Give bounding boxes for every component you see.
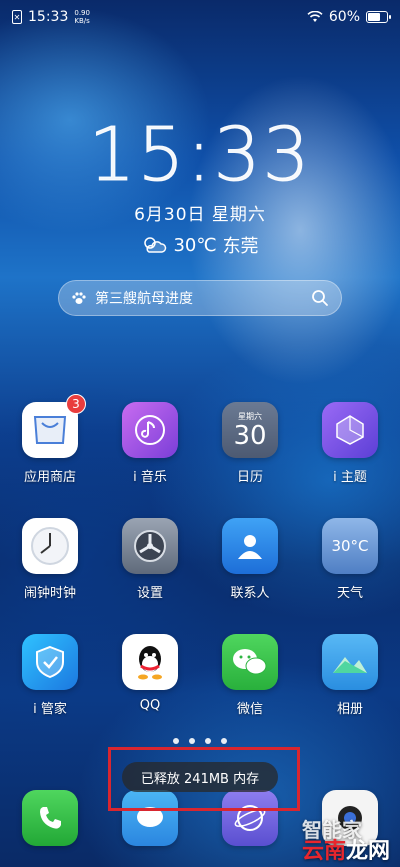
app-label: 应用商店: [23, 470, 76, 485]
app-row-2: 闹钟时钟 设置 联系人 30°C 天气: [0, 518, 400, 601]
partly-cloudy-icon: [144, 237, 167, 253]
gallery-icon: [322, 634, 378, 690]
weather-icon-temp: 30°C: [331, 537, 369, 555]
app-label: i 管家: [33, 702, 67, 717]
app-label: 相册: [336, 702, 363, 717]
appstore-badge: 3: [66, 394, 86, 414]
contacts-icon: [222, 518, 278, 574]
weather-widget[interactable]: 30℃ 东莞: [0, 232, 400, 258]
music-icon: [122, 402, 178, 458]
app-label: 日历: [236, 470, 263, 485]
app-label: 天气: [336, 586, 363, 601]
net-speed-value: 0.90: [74, 9, 90, 17]
settings-icon: [122, 518, 178, 574]
app-calendar[interactable]: 星期六 30 日历: [200, 402, 300, 485]
watermark-red: 云南: [301, 839, 346, 864]
app-contacts[interactable]: 联系人: [200, 518, 300, 601]
weather-temp: 30℃: [173, 234, 217, 256]
calendar-weekday: 星期六: [238, 411, 262, 421]
net-speed: 0.90 KB/s: [74, 9, 90, 25]
app-row-3: i 管家 QQ 微信 相册: [0, 634, 400, 717]
app-theme[interactable]: i 主题: [300, 402, 400, 485]
app-weather[interactable]: 30°C 天气: [300, 518, 400, 601]
page-dot: [221, 738, 227, 744]
shield-icon: [22, 634, 78, 690]
app-label: i 主题: [333, 470, 367, 485]
wifi-icon: [307, 11, 323, 22]
lockscreen-date: 6月30日 星期六: [134, 205, 266, 225]
theme-icon: [322, 402, 378, 458]
paw-icon: [72, 292, 86, 304]
search-icon[interactable]: [311, 289, 329, 307]
app-qq[interactable]: QQ: [100, 634, 200, 717]
app-settings[interactable]: 设置: [100, 518, 200, 601]
page-dot: [205, 738, 211, 744]
search-bar[interactable]: 第三艘航母进度: [58, 280, 342, 316]
appstore-icon: 3: [22, 394, 86, 458]
wechat-icon: [222, 634, 278, 690]
app-manager[interactable]: i 管家: [0, 634, 100, 717]
calendar-icon: 星期六 30: [222, 402, 278, 458]
app-row-1: 3 应用商店 i 音乐 星期六 30 日历 i 主题: [0, 394, 400, 485]
battery-percent: 60%: [328, 9, 360, 25]
weather-icon: 30°C: [322, 518, 378, 574]
app-appstore[interactable]: 3 应用商店: [0, 394, 100, 485]
net-speed-unit: KB/s: [74, 17, 90, 25]
app-label: i 音乐: [133, 470, 167, 485]
app-label: 设置: [136, 586, 163, 601]
watermark-white: 龙网: [345, 839, 390, 864]
calendar-day: 30: [233, 420, 267, 451]
lockscreen-clock[interactable]: 15:33: [0, 112, 400, 199]
app-wechat[interactable]: 微信: [200, 634, 300, 717]
phone-icon: [22, 790, 78, 846]
battery-fill: [368, 13, 380, 21]
battery-icon: [366, 11, 391, 23]
search-query[interactable]: 第三艘航母进度: [95, 288, 303, 308]
qq-icon: [122, 634, 178, 690]
dock-phone[interactable]: [0, 790, 100, 846]
page-dot: [173, 738, 179, 744]
watermark-top: 智能家: [301, 818, 362, 842]
app-music[interactable]: i 音乐: [100, 402, 200, 485]
page-dot: [189, 738, 195, 744]
status-bar: ✕ 15:33 0.90 KB/s 60%: [0, 0, 400, 34]
sim-icon: ✕: [12, 10, 22, 24]
page-indicator[interactable]: [0, 738, 400, 744]
status-time: 15:33: [28, 9, 69, 25]
highlight-box: [108, 747, 300, 811]
clock-icon: [22, 518, 78, 574]
app-gallery[interactable]: 相册: [300, 634, 400, 717]
app-label: 联系人: [230, 586, 270, 601]
app-clock[interactable]: 闹钟时钟: [0, 518, 100, 601]
app-label: 微信: [236, 702, 263, 717]
watermark: 智能家 云南龙网: [302, 820, 390, 864]
weather-city: 东莞: [222, 236, 259, 257]
app-label: QQ: [139, 698, 161, 713]
app-label: 闹钟时钟: [23, 586, 76, 601]
